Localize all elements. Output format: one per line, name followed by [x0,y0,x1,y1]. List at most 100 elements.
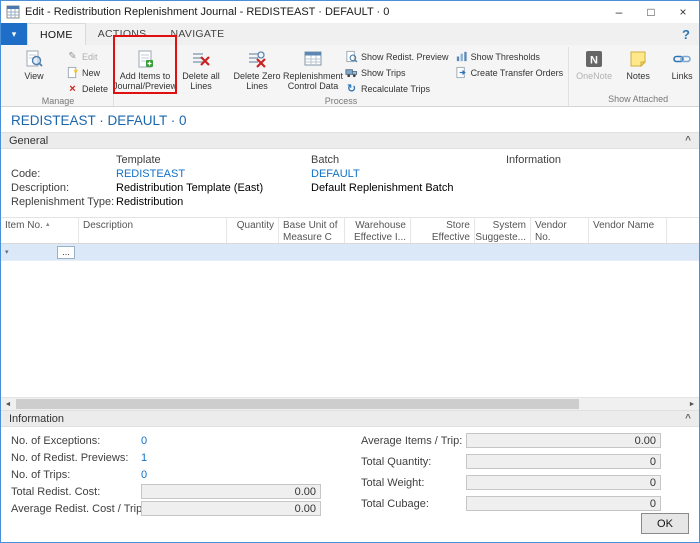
onenote-label: OneNote [576,71,612,81]
show-thresholds-button[interactable]: Show Thresholds [455,50,564,63]
links-label: Links [672,71,693,81]
description-cell[interactable] [79,244,227,260]
vendor-no-cell[interactable] [531,244,589,260]
grid-column-vendor-no[interactable]: Vendor No. [531,218,589,243]
grid-column-system-suggested[interactable]: System Suggeste... [475,218,531,243]
collapse-information-icon[interactable]: ^ [685,413,691,424]
template-description-value: Redistribution Template (East) [116,181,311,195]
template-code-link[interactable]: REDISTEAST [116,167,311,181]
grid-column-vendor-name[interactable]: Vendor Name [589,218,667,243]
information-section-header[interactable]: Information ^ [1,410,699,427]
onenote-icon: N [584,49,604,69]
add-items-to-journal-button[interactable]: Add Items to Journal/Preview [117,47,173,92]
show-trips-icon [345,66,358,79]
delete-all-lines-label: Delete all Lines [174,71,228,92]
replenishment-type-value: Redistribution [116,195,311,209]
scroll-right-icon[interactable]: ► [685,398,699,410]
show-trips-button[interactable]: Show Trips [345,66,449,79]
grid-column-item-no[interactable]: Item No. ▲ [1,218,79,243]
trips-label: No. of Trips: [11,469,141,481]
collapse-general-icon[interactable]: ^ [685,135,691,146]
recalculate-trips-button[interactable]: ↻ Recalculate Trips [345,82,449,95]
description-label: Description: [11,181,116,195]
grid-column-base-unit[interactable]: Base Unit of Measure C [279,218,345,243]
general-section-header[interactable]: General ^ [1,132,699,149]
avg-items-trip-label: Average Items / Trip: [361,435,466,447]
add-items-icon [135,49,155,69]
system-suggested-cell[interactable] [475,244,531,260]
edit-button: ✎ Edit [66,50,108,63]
create-transfer-orders-button[interactable]: Create Transfer Orders [455,66,564,79]
replenishment-control-data-button[interactable]: Replenishment Control Data [285,47,341,92]
page-title: REDISTEAST · DEFAULT · 0 [1,107,699,132]
quantity-cell[interactable] [227,244,279,260]
grid-column-description[interactable]: Description [79,218,227,243]
store-effective-cell[interactable] [411,244,475,260]
scrollbar-track[interactable] [15,398,685,410]
batch-column-header: Batch [311,153,506,167]
onenote-button: N OneNote [572,47,616,81]
notes-button[interactable]: Notes [616,47,660,81]
batch-description-value: Default Replenishment Batch [311,181,506,195]
grid-column-warehouse-effective[interactable]: Warehouse Effective I... [345,218,411,243]
footer: OK [1,520,699,542]
sort-ascending-icon: ▲ [45,222,51,229]
minimize-button[interactable]: – [603,1,635,23]
grid-column-quantity[interactable]: Quantity [227,218,279,243]
item-no-cell[interactable]: ▾ ... [1,244,79,260]
new-icon [66,66,79,79]
ribbon-tab-bar: ▾ HOME ACTIONS NAVIGATE ? [1,23,699,45]
information-header-label: Information [9,413,64,425]
scroll-left-icon[interactable]: ◄ [1,398,15,410]
view-button[interactable]: View [6,47,62,81]
edit-label: Edit [82,52,98,62]
grid-column-store-effective[interactable]: Store Effective Inventory [411,218,475,243]
assist-edit-button[interactable]: ... [57,246,75,259]
delete-all-lines-icon [191,49,211,69]
batch-code-link[interactable]: DEFAULT [311,167,506,181]
warehouse-effective-cell[interactable] [345,244,411,260]
trips-value-link[interactable]: 0 [141,469,147,481]
total-weight-field: 0 [466,475,661,490]
ribbon: View ✎ Edit New × Delete [1,45,699,107]
tab-home[interactable]: HOME [27,23,86,45]
avg-redist-cost-label: Average Redist. Cost / Trip: [11,503,141,515]
general-content: Template Batch Information Code: REDISTE… [1,149,699,217]
close-button[interactable]: × [667,1,699,23]
grid-header-row: Item No. ▲ Description Quantity Base Uni… [1,217,699,244]
information-right-column: Average Items / Trip: 0.00 Total Quantit… [361,433,661,516]
delete-all-lines-button[interactable]: Delete all Lines [173,47,229,92]
tab-actions[interactable]: ACTIONS [86,23,159,45]
scrollbar-thumb[interactable] [16,399,579,409]
show-redist-preview-button[interactable]: Show Redist. Preview [345,50,449,63]
exceptions-value-link[interactable]: 0 [141,435,147,447]
delete-zero-lines-button[interactable]: Delete Zero Lines [229,47,285,92]
create-transfer-orders-icon [455,66,468,79]
notes-icon [628,49,648,69]
vendor-name-cell[interactable] [589,244,667,260]
ribbon-group-process: Add Items to Journal/Preview Delete all … [114,47,569,106]
ribbon-group-show-attached: N OneNote Notes Links Show Atta [569,47,700,106]
ok-button[interactable]: OK [641,513,689,534]
tab-navigate[interactable]: NAVIGATE [158,23,236,45]
table-row[interactable]: ▾ ... [1,244,699,261]
total-redist-cost-label: Total Redist. Cost: [11,486,141,498]
row-dropdown-icon[interactable]: ▾ [5,248,9,256]
links-icon [672,49,692,69]
file-menu-button[interactable]: ▾ [1,23,27,45]
delete-button[interactable]: × Delete [66,82,108,95]
titlebar: Edit - Redistribution Replenishment Jour… [1,1,699,23]
total-cubage-field: 0 [466,496,661,511]
new-button[interactable]: New [66,66,108,79]
exceptions-label: No. of Exceptions: [11,435,141,447]
help-icon[interactable]: ? [673,23,699,45]
maximize-button[interactable]: □ [635,1,667,23]
replenishment-control-data-icon [303,49,323,69]
base-unit-cell[interactable] [279,244,345,260]
horizontal-scrollbar[interactable]: ◄ ► [1,397,699,410]
redist-previews-value-link[interactable]: 1 [141,452,147,464]
show-thresholds-icon [455,50,468,63]
show-redist-preview-icon [345,50,358,63]
links-button[interactable]: Links [660,47,700,81]
edit-icon: ✎ [66,50,79,63]
